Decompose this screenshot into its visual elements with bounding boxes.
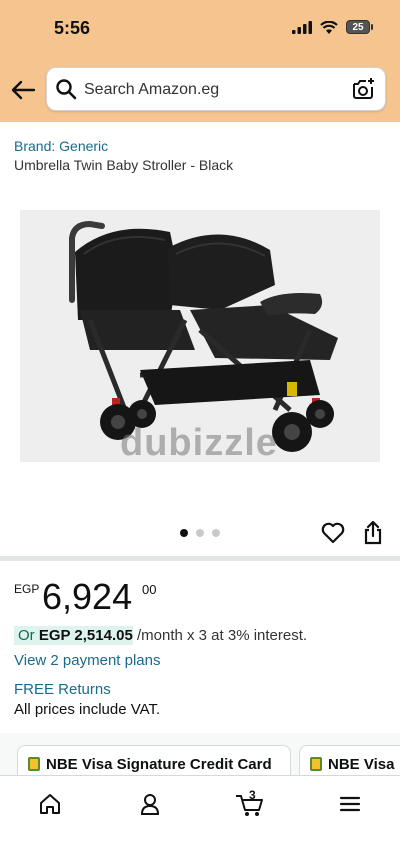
price-fraction: 00 xyxy=(142,582,157,597)
price-currency: EGP xyxy=(14,582,40,596)
credit-card-icon xyxy=(310,757,322,771)
search-input[interactable]: Search Amazon.eg xyxy=(46,67,386,111)
cart-icon[interactable]: 3 xyxy=(234,788,266,818)
credit-card-icon xyxy=(28,757,40,771)
pagination-dot[interactable] xyxy=(180,529,188,537)
bottom-navigation: 3 xyxy=(0,775,400,867)
back-arrow-icon[interactable] xyxy=(10,78,36,102)
search-header: Search Amazon.eg xyxy=(0,58,400,122)
free-returns-link[interactable]: FREE Returns xyxy=(14,681,111,698)
brand-link[interactable]: Brand: Generic xyxy=(14,138,108,154)
signal-icon xyxy=(292,20,312,34)
battery-icon: 25 xyxy=(346,20,373,34)
installment-offer: Or EGP 2,514.05 /month x 3 at 3% interes… xyxy=(14,626,308,645)
installment-amount: EGP 2,514.05 xyxy=(38,627,133,644)
status-time: 5:56 xyxy=(54,18,91,38)
installment-highlight: Or EGP 2,514.05 xyxy=(14,626,133,645)
image-watermark: dubizzle xyxy=(120,422,278,462)
price-whole: 6,924 xyxy=(42,576,133,617)
installment-terms: /month x 3 at 3% interest. xyxy=(132,627,308,644)
installment-prefix: Or xyxy=(18,627,39,644)
card-offer-label: NBE Visa xyxy=(328,756,395,773)
pagination-dot[interactable] xyxy=(212,529,220,537)
camera-search-icon[interactable] xyxy=(351,77,375,101)
wifi-icon xyxy=(320,20,338,34)
section-divider xyxy=(0,556,400,561)
battery-level: 25 xyxy=(352,21,364,33)
cart-count: 3 xyxy=(249,788,256,802)
status-icons: 25 xyxy=(292,20,373,34)
search-placeholder: Search Amazon.eg xyxy=(84,81,220,98)
card-offer-label: NBE Visa Signature Credit Card xyxy=(46,756,272,773)
pagination-dot[interactable] xyxy=(196,529,204,537)
vat-note: All prices include VAT. xyxy=(14,701,161,718)
share-icon[interactable] xyxy=(363,521,383,545)
product-image[interactable]: dubizzle xyxy=(20,210,380,462)
product-title: Umbrella Twin Baby Stroller - Black xyxy=(14,157,234,173)
account-icon[interactable] xyxy=(138,792,162,816)
card-offers: NBE Visa Signature Credit Card NBE Visa xyxy=(0,733,400,787)
status-bar: 5:56 25 xyxy=(0,0,400,58)
home-icon[interactable] xyxy=(38,792,62,816)
search-icon xyxy=(56,79,77,100)
image-pagination[interactable] xyxy=(180,529,220,537)
menu-icon[interactable] xyxy=(338,792,362,816)
wishlist-heart-icon[interactable] xyxy=(321,522,345,544)
payment-plans-link[interactable]: View 2 payment plans xyxy=(14,652,160,669)
